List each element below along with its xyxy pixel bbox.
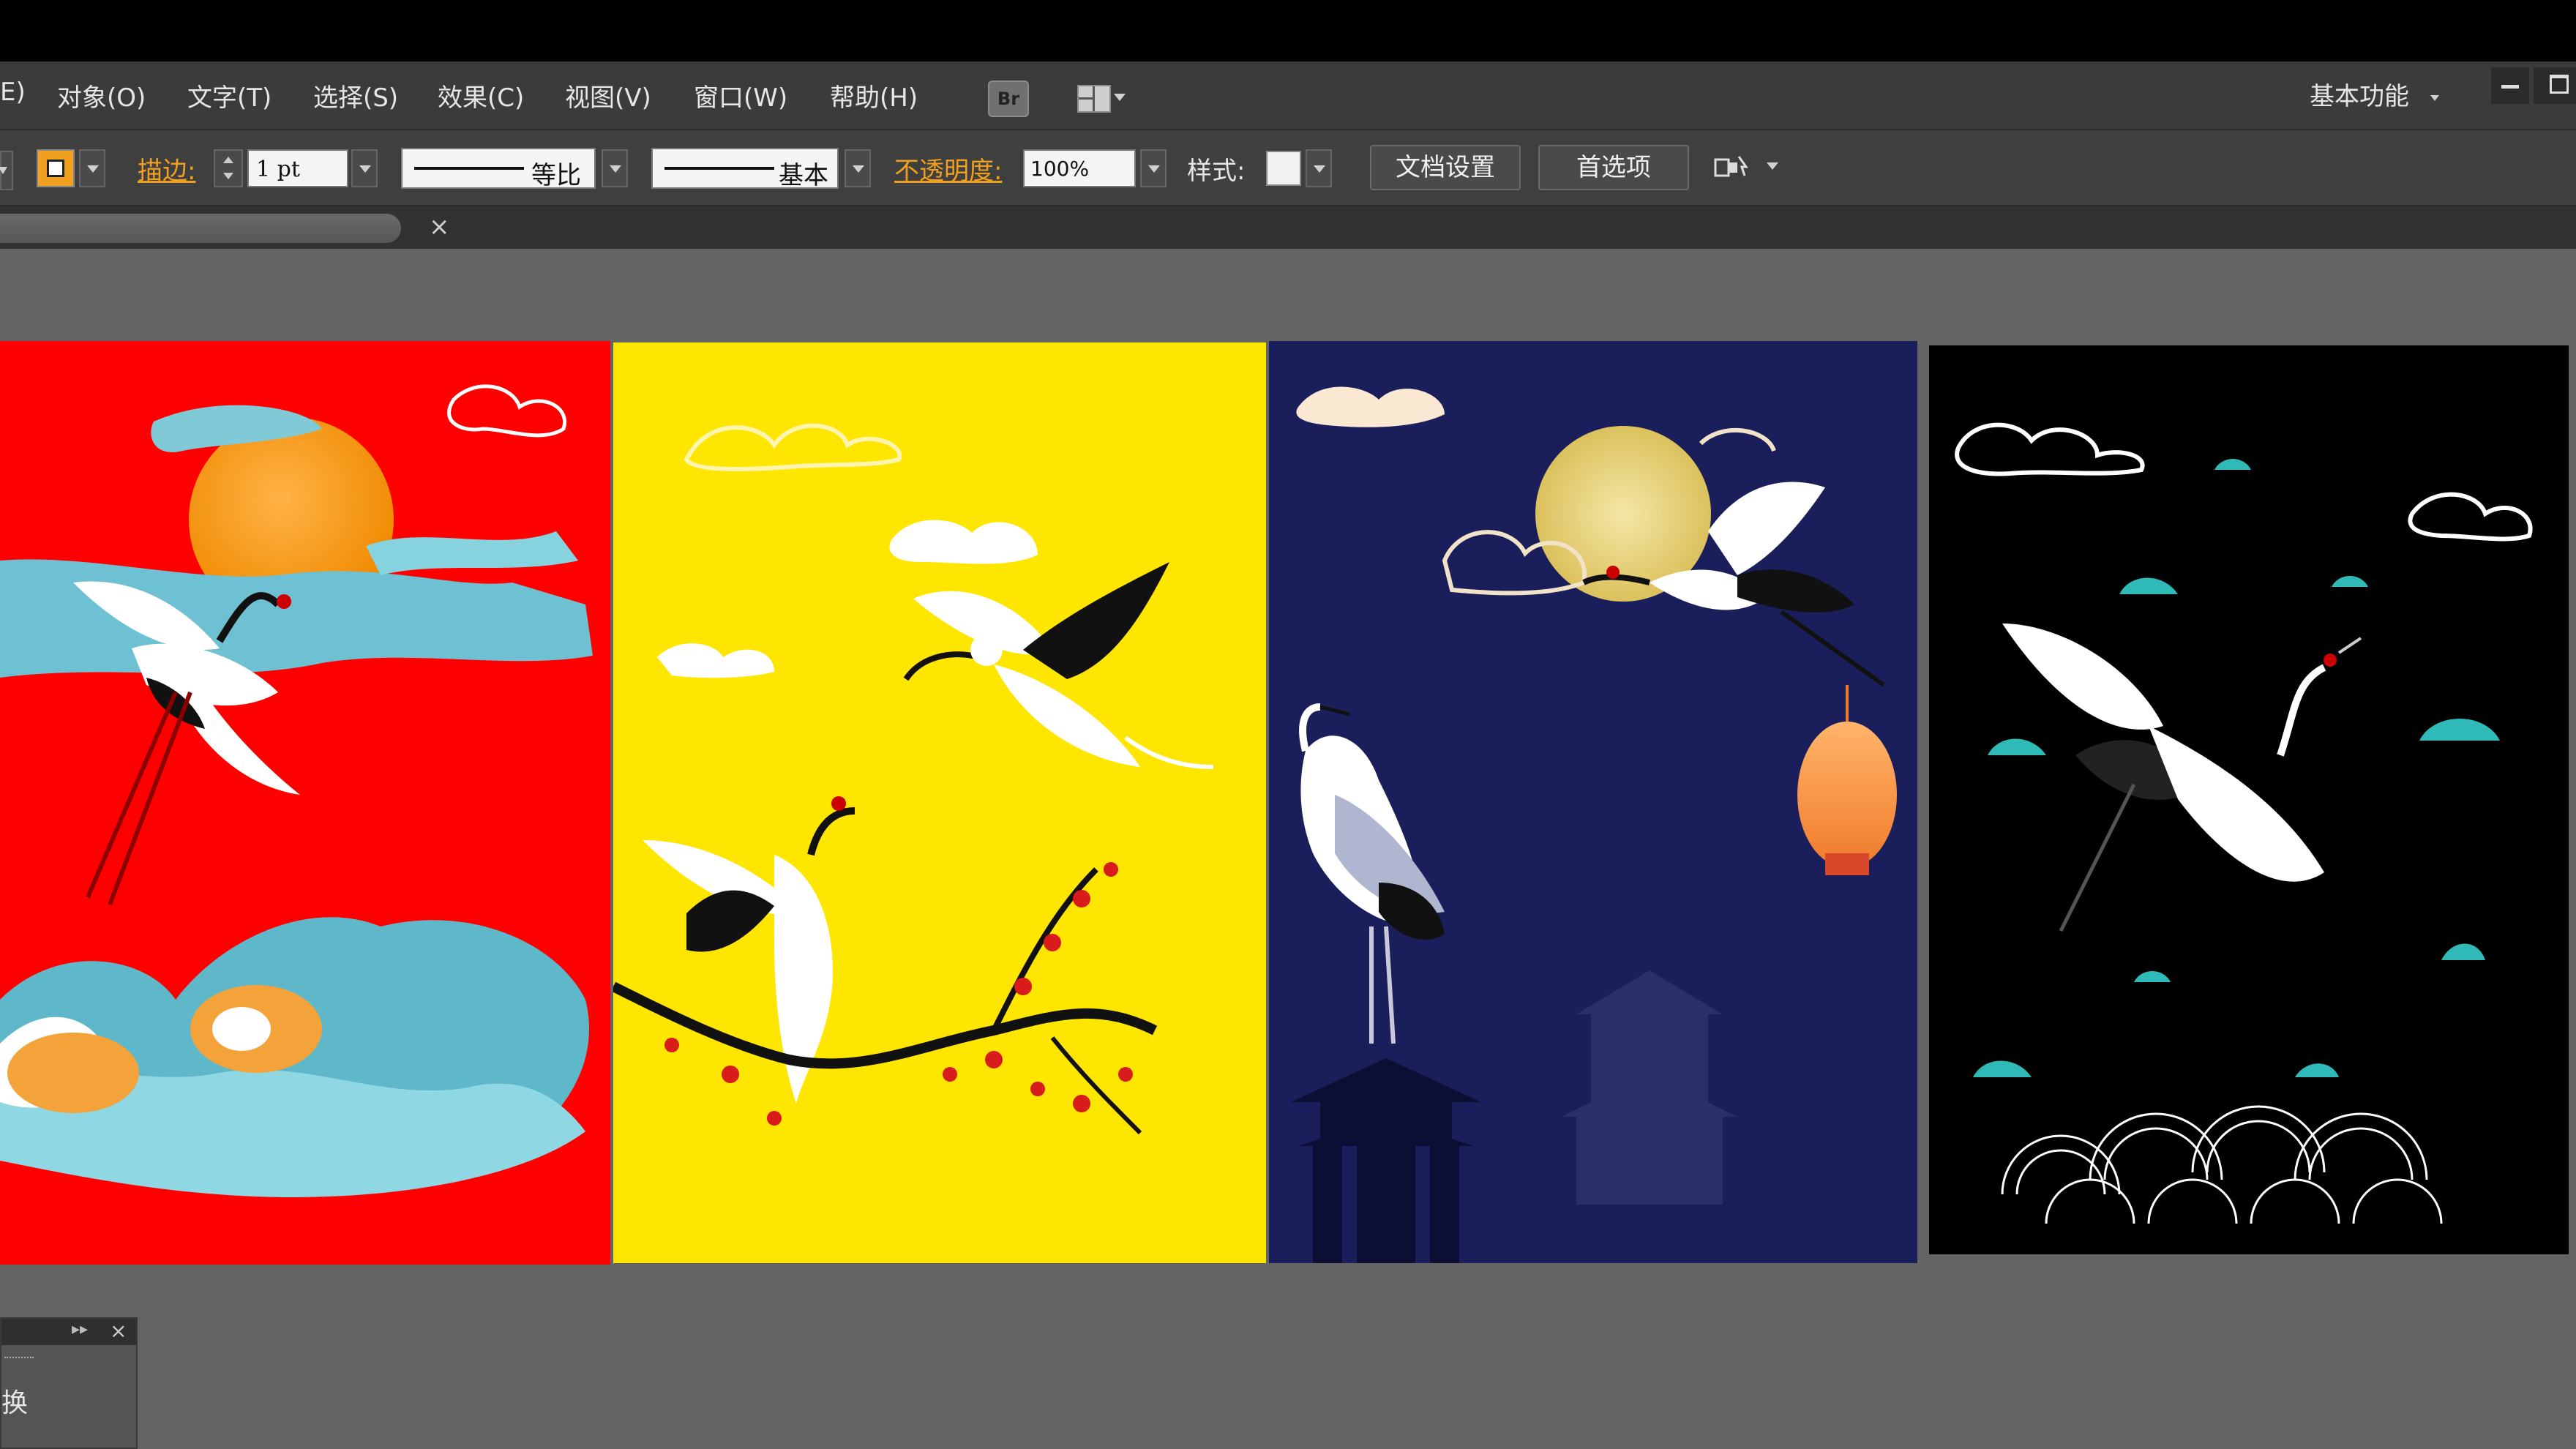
profile-line-icon [414,167,524,170]
opacity-label[interactable]: 不透明度: [894,151,1002,187]
document-tab[interactable] [0,214,401,243]
graphic-style-dropdown[interactable] [1306,149,1332,187]
stroke-swatch-icon [47,160,64,177]
artboard-red-crane-koi[interactable] [0,341,610,1265]
down-arrow-icon [223,173,233,179]
arrange-documents-button[interactable] [1073,80,1127,114]
select-similar-icon [1714,156,1748,177]
restore-icon [2550,75,2569,94]
chevron-down-icon [1114,94,1126,101]
menu-edit[interactable]: E) [0,78,26,107]
artboard-navy-illustration [1269,341,1917,1263]
minimize-button[interactable] [2491,67,2529,104]
close-tab-icon[interactable]: × [429,212,450,242]
menu-type[interactable]: 文字(T) [187,78,272,113]
select-similar-button[interactable] [1712,152,1756,184]
artboard-black-illustration [1929,345,2569,1254]
menu-bar: E) 对象(O) 文字(T) 选择(S) 效果(C) 视图(V) 窗口(W) 帮… [0,61,2576,130]
brush-label: 基本 [779,161,828,190]
panel-expand-icon[interactable]: ▸▸ [72,1320,88,1338]
profile-dropdown[interactable] [602,149,628,187]
menu-view[interactable]: 视图(V) [565,78,651,113]
chevron-down-icon [853,165,864,173]
artboard-navy-crane-moon[interactable] [1269,341,1917,1263]
chevron-down-icon[interactable] [1767,162,1778,170]
minimize-icon [2501,85,2519,89]
profile-label: 等比 [531,161,581,190]
chevron-down-icon [87,165,99,173]
koi-fish-left [7,1033,139,1113]
document-setup-button[interactable]: 文档设置 [1370,145,1521,190]
opacity-dropdown[interactable] [1140,149,1167,187]
stroke-weight-dropdown[interactable] [351,149,378,187]
chevron-down-icon [0,167,7,174]
stroke-color-swatch[interactable] [37,149,75,187]
opacity-input[interactable]: 100% [1023,149,1136,187]
menu-object[interactable]: 对象(O) [57,78,146,113]
restore-button[interactable] [2534,67,2576,104]
brush-line-icon [664,167,774,170]
chevron-down-icon [2430,94,2439,101]
menu-select[interactable]: 选择(S) [313,78,398,113]
panel-close-icon[interactable]: × [110,1319,127,1343]
panel-grip-icon[interactable] [4,1357,34,1363]
chevron-down-icon [359,165,371,173]
fill-dropdown[interactable] [0,151,13,190]
menu-effect[interactable]: 效果(C) [438,78,524,113]
panel-label[interactable]: 换 [1,1382,28,1420]
arrange-documents-icon [1077,85,1111,113]
artboard-yellow-crane-plum[interactable] [613,342,1266,1263]
chevron-down-icon [610,165,621,173]
up-arrow-icon [223,157,233,163]
chevron-down-icon [1314,165,1325,173]
graphic-style-swatch[interactable] [1266,151,1301,186]
stroke-weight-input[interactable]: 1 pt [247,149,348,187]
menu-help[interactable]: 帮助(H) [830,78,918,113]
chevron-down-icon [1148,165,1160,173]
panel-header[interactable]: ▸▸ × [1,1319,136,1345]
menu-window[interactable]: 窗口(W) [694,78,787,113]
brush-definition[interactable]: 基本 [651,148,839,190]
artboard-black-crane-clouds[interactable] [1929,345,2569,1254]
screen-top-bezel [0,0,2576,61]
gate-silhouette [1291,1058,1481,1263]
style-label: 样式: [1187,157,1246,186]
brush-dropdown[interactable] [845,149,871,187]
stroke-weight-stepper[interactable] [214,149,243,187]
bridge-button[interactable]: Br [988,80,1029,117]
variable-width-profile[interactable]: 等比 [401,148,596,190]
floating-panel: ▸▸ × 换 [0,1317,138,1449]
workspace-switcher[interactable]: 基本功能 [2310,76,2439,112]
artboard-red-illustration [0,341,610,1265]
workspace-label: 基本功能 [2310,82,2409,111]
artboard-yellow-illustration [613,342,1266,1263]
preferences-button[interactable]: 首选项 [1538,145,1689,190]
stroke-label[interactable]: 描边: [138,151,195,187]
stroke-color-dropdown[interactable] [79,149,105,187]
